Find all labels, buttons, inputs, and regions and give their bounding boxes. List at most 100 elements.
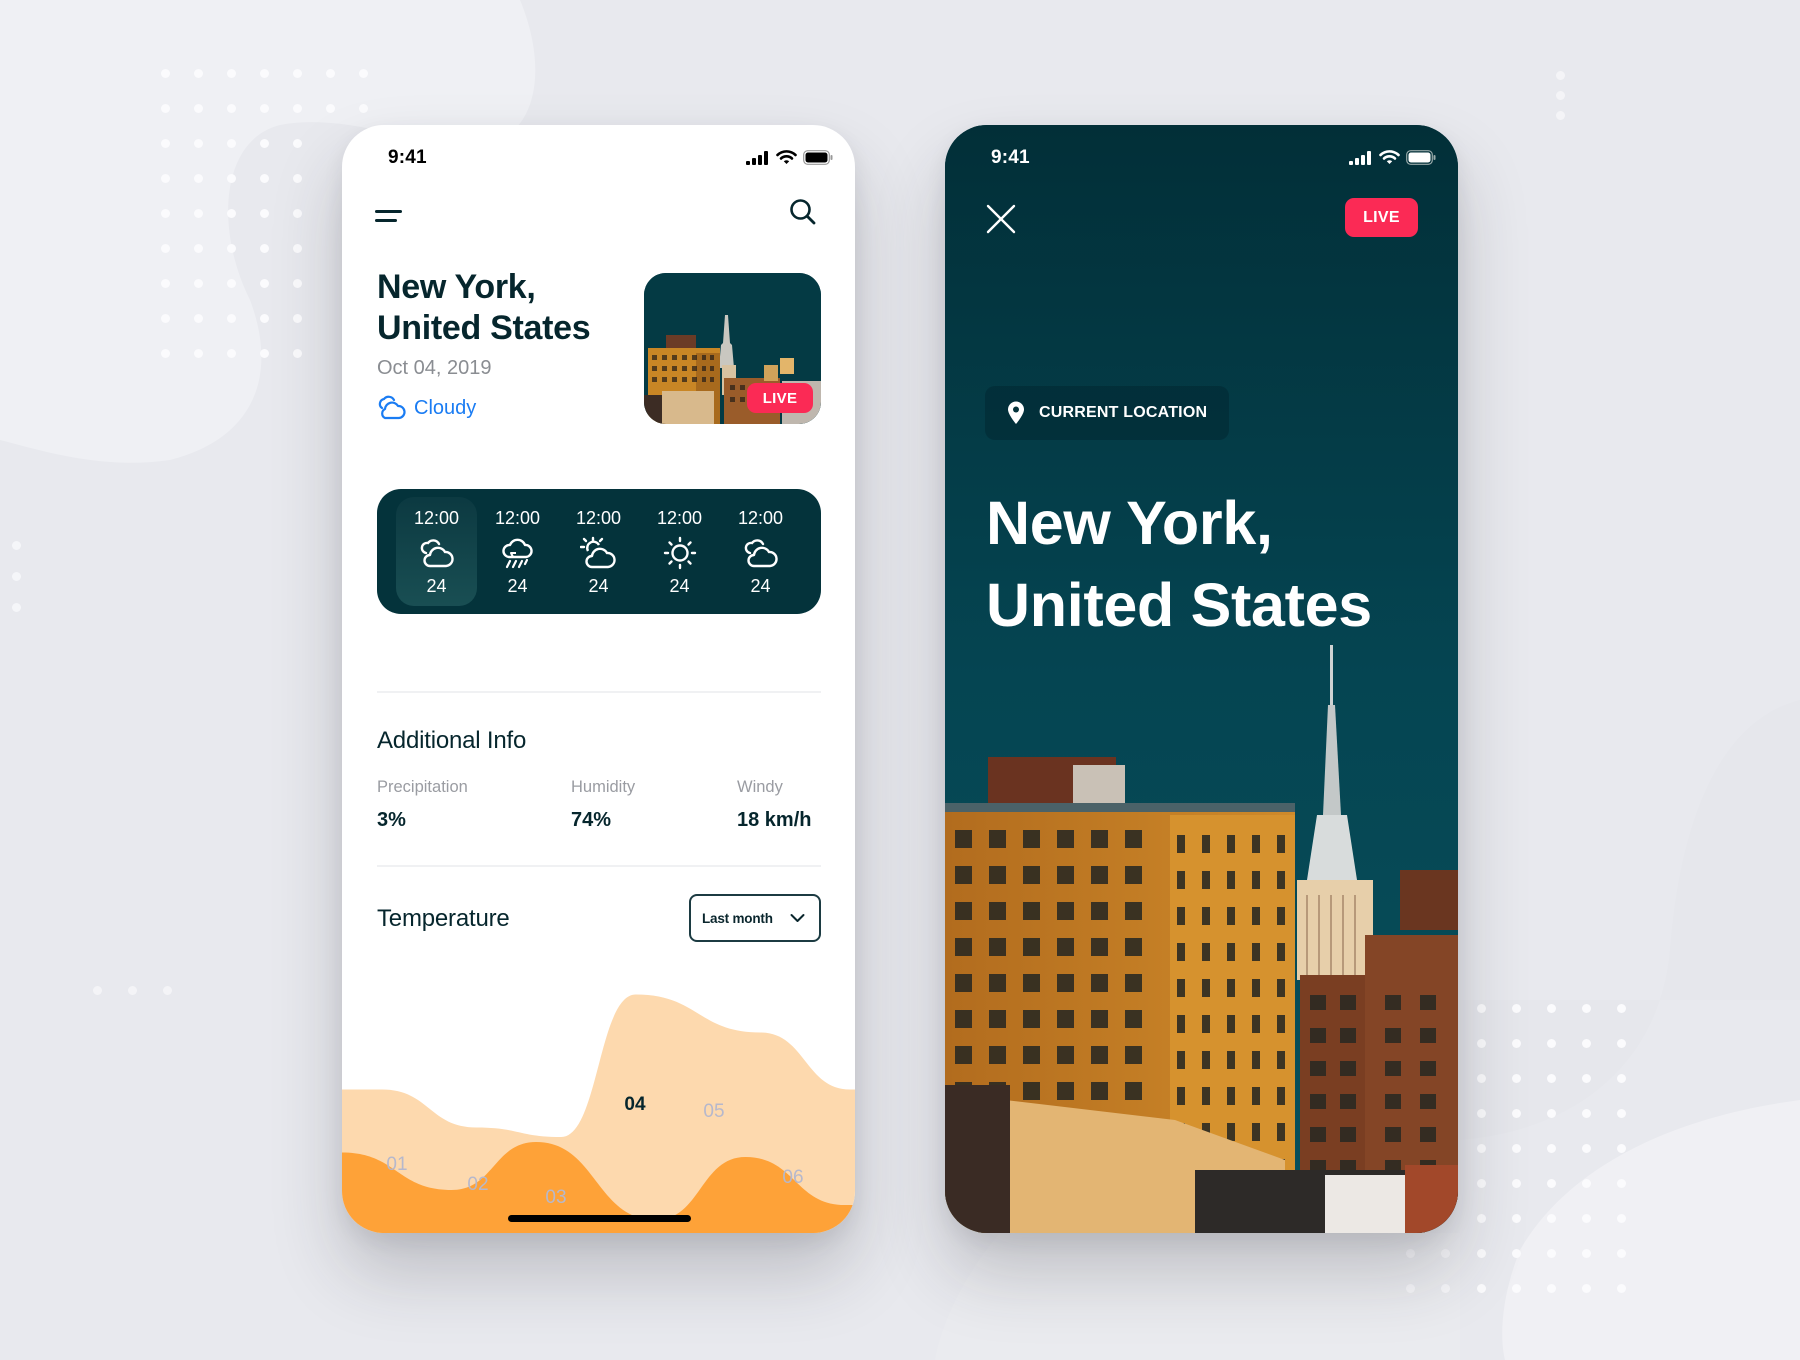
background-dot — [1582, 1284, 1591, 1293]
background-dot — [1512, 1109, 1521, 1118]
info-label: Humidity — [571, 778, 636, 796]
background-dot — [260, 174, 269, 183]
info-value: 18 km/h — [737, 809, 812, 831]
background-dot — [1617, 1284, 1626, 1293]
city-name: New York, — [377, 268, 536, 306]
background-dot — [260, 139, 269, 148]
background-dot — [293, 314, 302, 323]
background-dot — [194, 244, 203, 253]
background-dot — [260, 104, 269, 113]
background-dot — [12, 541, 21, 550]
background-dot — [260, 279, 269, 288]
background-dot — [1617, 1039, 1626, 1048]
signal-icon — [746, 150, 768, 165]
period-dropdown[interactable]: Last month — [689, 894, 821, 942]
background-dot — [161, 314, 170, 323]
background-dot — [194, 279, 203, 288]
background-dot — [1582, 1249, 1591, 1258]
background-dot — [161, 139, 170, 148]
background-dot — [1547, 1004, 1556, 1013]
background-dot — [1477, 1249, 1486, 1258]
background-dot — [227, 174, 236, 183]
forecast-time: 12:00 — [494, 508, 541, 528]
close-icon[interactable] — [985, 203, 1017, 235]
background-dot — [1441, 1284, 1450, 1293]
background-dot — [260, 244, 269, 253]
wifi-icon — [776, 150, 797, 164]
info-precipitation: Precipitation 3% — [377, 778, 468, 832]
background-dot — [1556, 91, 1565, 100]
background-dot — [293, 104, 302, 113]
background — [0, 0, 1800, 1360]
background-dot — [260, 209, 269, 218]
background-dot — [161, 174, 170, 183]
status-time: 9:41 — [991, 147, 1030, 168]
date-label: Oct 04, 2019 — [377, 357, 492, 379]
forecast-temp: 24 — [750, 576, 771, 596]
chart-x-label[interactable]: 02 — [467, 1174, 488, 1195]
live-camera-thumbnail[interactable]: LIVE — [644, 273, 821, 424]
status-time: 9:41 — [388, 147, 427, 168]
forecast-temp: 24 — [507, 576, 528, 596]
info-wind: Windy 18 km/h — [737, 778, 811, 832]
chart-x-label[interactable]: 06 — [782, 1167, 803, 1188]
background-dot — [194, 314, 203, 323]
info-humidity: Humidity 74% — [571, 778, 635, 832]
background-dot — [1406, 1249, 1415, 1258]
background-dot — [1547, 1109, 1556, 1118]
forecast-time: 12:00 — [737, 508, 784, 528]
battery-icon — [1406, 150, 1436, 165]
temperature-chart: 01 02 03 04 05 06 — [342, 994, 855, 1233]
chart-x-label[interactable]: 05 — [703, 1101, 724, 1122]
background-dot — [1547, 1179, 1556, 1188]
background-dot — [1477, 1004, 1486, 1013]
live-badge: LIVE — [747, 383, 813, 413]
background-dot — [1477, 1039, 1486, 1048]
background-dot — [227, 104, 236, 113]
background-dot — [194, 139, 203, 148]
chart-x-label[interactable]: 04 — [624, 1094, 646, 1115]
background-dot — [1556, 71, 1565, 80]
divider — [377, 865, 821, 867]
background-dot — [293, 349, 302, 358]
chart-x-label[interactable]: 01 — [386, 1154, 407, 1175]
background-dot — [1547, 1214, 1556, 1223]
cloudy-icon — [420, 539, 454, 568]
background-dot — [1547, 1039, 1556, 1048]
forecast-item[interactable]: 12:00 24 — [396, 489, 477, 614]
background-dot — [227, 244, 236, 253]
background-dot — [1617, 1004, 1626, 1013]
hero-country: United States — [986, 571, 1372, 639]
background-dot — [161, 279, 170, 288]
background-dot — [1477, 1179, 1486, 1188]
cloudy-icon — [744, 539, 778, 568]
current-location-chip[interactable]: CURRENT LOCATION — [985, 386, 1230, 440]
forecast-time: 12:00 — [656, 508, 703, 528]
background-dot — [293, 174, 302, 183]
background-dot — [1441, 1249, 1450, 1258]
chart-x-label[interactable]: 03 — [545, 1187, 566, 1208]
background-dot — [1512, 1214, 1521, 1223]
background-dot — [260, 69, 269, 78]
condition-label: Cloudy — [414, 396, 477, 419]
forecast-item[interactable]: 12:00 24 — [477, 489, 558, 614]
background-dot — [12, 603, 21, 612]
background-dot — [293, 244, 302, 253]
forecast-item[interactable]: 12:00 24 — [720, 489, 801, 614]
background-dot — [1556, 111, 1565, 120]
partly-sunny-icon — [579, 536, 616, 569]
background-dot — [1512, 1144, 1521, 1153]
forecast-item[interactable]: 12:00 24 — [639, 489, 720, 614]
background-dot — [194, 69, 203, 78]
home-indicator[interactable] — [508, 1215, 691, 1222]
background-dot — [227, 349, 236, 358]
info-value: 74% — [571, 809, 612, 831]
background-dot — [1512, 1284, 1521, 1293]
search-icon[interactable] — [788, 197, 818, 227]
info-value: 3% — [377, 809, 406, 831]
menu-button[interactable] — [375, 207, 403, 225]
sun-icon — [663, 536, 696, 570]
info-label: Precipitation — [377, 778, 468, 796]
forecast-item[interactable]: 12:00 24 — [558, 489, 639, 614]
background-dot — [1512, 1039, 1521, 1048]
